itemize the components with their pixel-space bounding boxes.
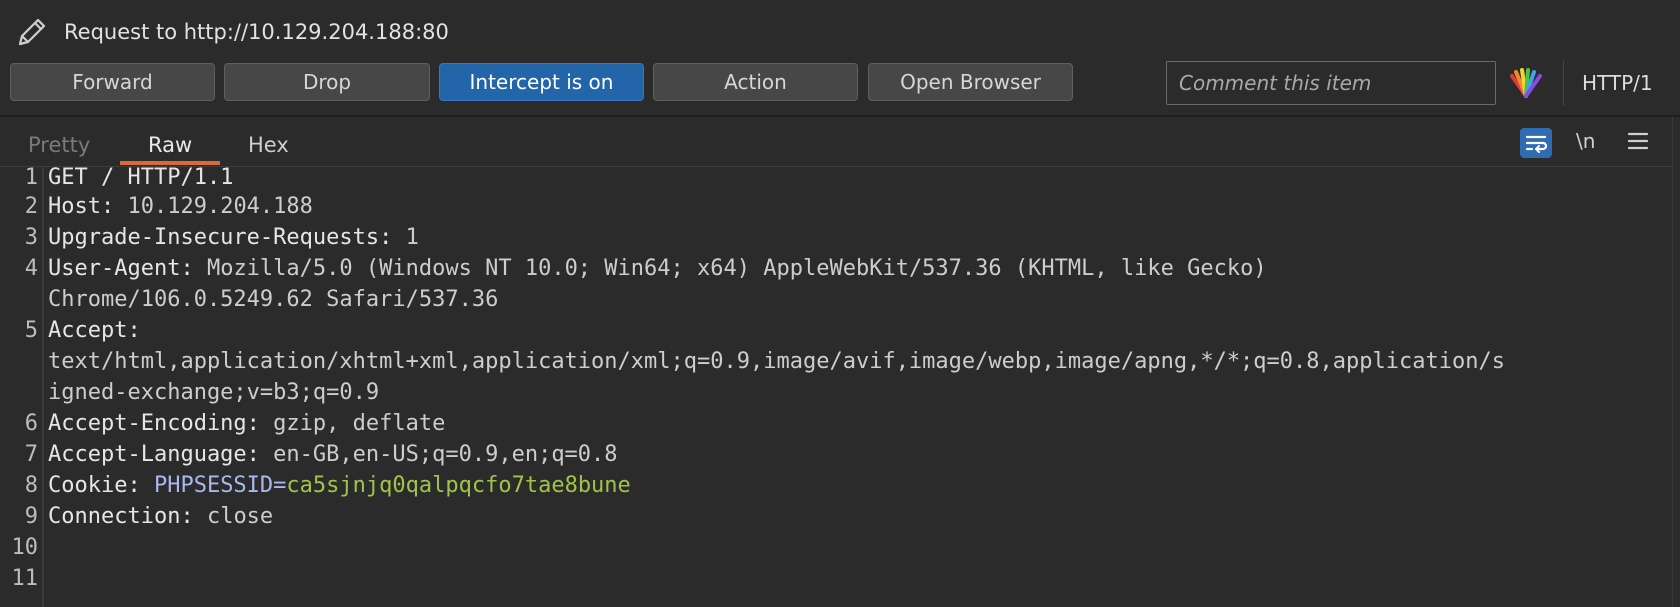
word-wrap-icon[interactable] [1520, 128, 1552, 158]
line-number: 4 [24, 256, 38, 281]
line-number: 5 [24, 318, 38, 343]
request-title: Request to http://10.129.204.188:80 [64, 20, 449, 44]
pencil-icon[interactable] [14, 14, 50, 50]
header-value: 10.129.204.188 [114, 194, 313, 219]
request-line: GET / HTTP/1.1 [48, 165, 233, 190]
request-line-text: GET / HTTP/1.1 [48, 165, 234, 190]
line-number: 6 [24, 411, 38, 436]
action-button[interactable]: Action [653, 63, 858, 101]
line-number: 3 [24, 225, 38, 250]
burp-intercept-panel: Request to http://10.129.204.188:80 Forw… [0, 0, 1680, 607]
header-cookie: Cookie: PHPSESSID=ca5sjnjq0qalpqcfo7tae8… [48, 473, 631, 498]
tab-pretty[interactable]: Pretty [28, 133, 90, 157]
forward-button[interactable]: Forward [10, 63, 215, 101]
cookie-value: ca5sjnjq0qalpqcfo7tae8bune [286, 473, 631, 498]
header-value: gzip, deflate [259, 411, 446, 436]
header-accept-wrap-2: igned-exchange;v=b3;q=0.9 [48, 380, 379, 405]
line-number: 10 [11, 535, 39, 560]
intercept-toggle-button[interactable]: Intercept is on [439, 63, 644, 101]
header-accept-encoding: Accept-Encoding: gzip, deflate [48, 411, 445, 436]
line-number: 8 [24, 473, 38, 498]
header-name: User-Agent: [48, 256, 194, 281]
menu-icon[interactable] [1626, 130, 1650, 152]
line-number: 11 [11, 566, 39, 591]
header-name: Accept-Language: [48, 442, 260, 467]
line-number: 2 [24, 194, 38, 219]
header-name: Connection: [48, 504, 194, 529]
header-accept-wrap-1: text/html,application/xhtml+xml,applicat… [48, 349, 1505, 374]
line-number: 1 [24, 165, 38, 190]
header-value: igned-exchange;v=b3;q=0.9 [48, 380, 380, 405]
cookie-name: PHPSESSID= [140, 473, 287, 498]
show-newlines-toggle[interactable]: \n [1576, 129, 1595, 153]
header-value: Chrome/106.0.5249.62 Safari/537.36 [48, 287, 499, 312]
line-number: 7 [24, 442, 38, 467]
header-name: Upgrade-Insecure-Requests: [48, 225, 393, 250]
header-name: Accept-Encoding: [48, 411, 260, 436]
tab-raw[interactable]: Raw [148, 133, 192, 157]
line-number: 9 [24, 504, 38, 529]
header-value: text/html,application/xhtml+xml,applicat… [48, 349, 1505, 374]
header-name: Accept: [48, 318, 141, 343]
comment-input[interactable] [1166, 61, 1496, 105]
header-name: Host: [48, 194, 115, 219]
header-upgrade-insecure-requests: Upgrade-Insecure-Requests: 1 [48, 225, 419, 250]
http-version-label[interactable]: HTTP/1 [1582, 71, 1653, 95]
right-edge-scrollbar[interactable] [1672, 117, 1680, 607]
editor-tabs: Pretty Raw Hex [0, 117, 1680, 166]
tab-hex[interactable]: Hex [248, 133, 289, 157]
header-user-agent: User-Agent: Mozilla/5.0 (Windows NT 10.0… [48, 256, 1267, 281]
highlight-icon[interactable] [1508, 66, 1544, 100]
header-value: Mozilla/5.0 (Windows NT 10.0; Win64; x64… [193, 256, 1267, 281]
header-accept-language: Accept-Language: en-GB,en-US;q=0.9,en;q=… [48, 442, 618, 467]
drop-button[interactable]: Drop [224, 63, 430, 101]
header-value: close [193, 504, 274, 529]
header-user-agent-wrap: Chrome/106.0.5249.62 Safari/537.36 [48, 287, 498, 312]
header-value: 1 [392, 225, 419, 250]
header-value: en-GB,en-US;q=0.9,en;q=0.8 [259, 442, 618, 467]
header-accept: Accept: [48, 318, 141, 343]
toolbar-separator [1563, 60, 1564, 106]
header-connection: Connection: close [48, 504, 273, 529]
header-name: Cookie: [48, 473, 141, 498]
raw-request-editor[interactable]: 1 2 3 4 5 6 7 8 9 10 11 GET / HTTP/1.1 H… [0, 165, 1672, 607]
gutter-divider [42, 167, 44, 607]
open-browser-button[interactable]: Open Browser [868, 63, 1073, 101]
header-host: Host: 10.129.204.188 [48, 194, 313, 219]
